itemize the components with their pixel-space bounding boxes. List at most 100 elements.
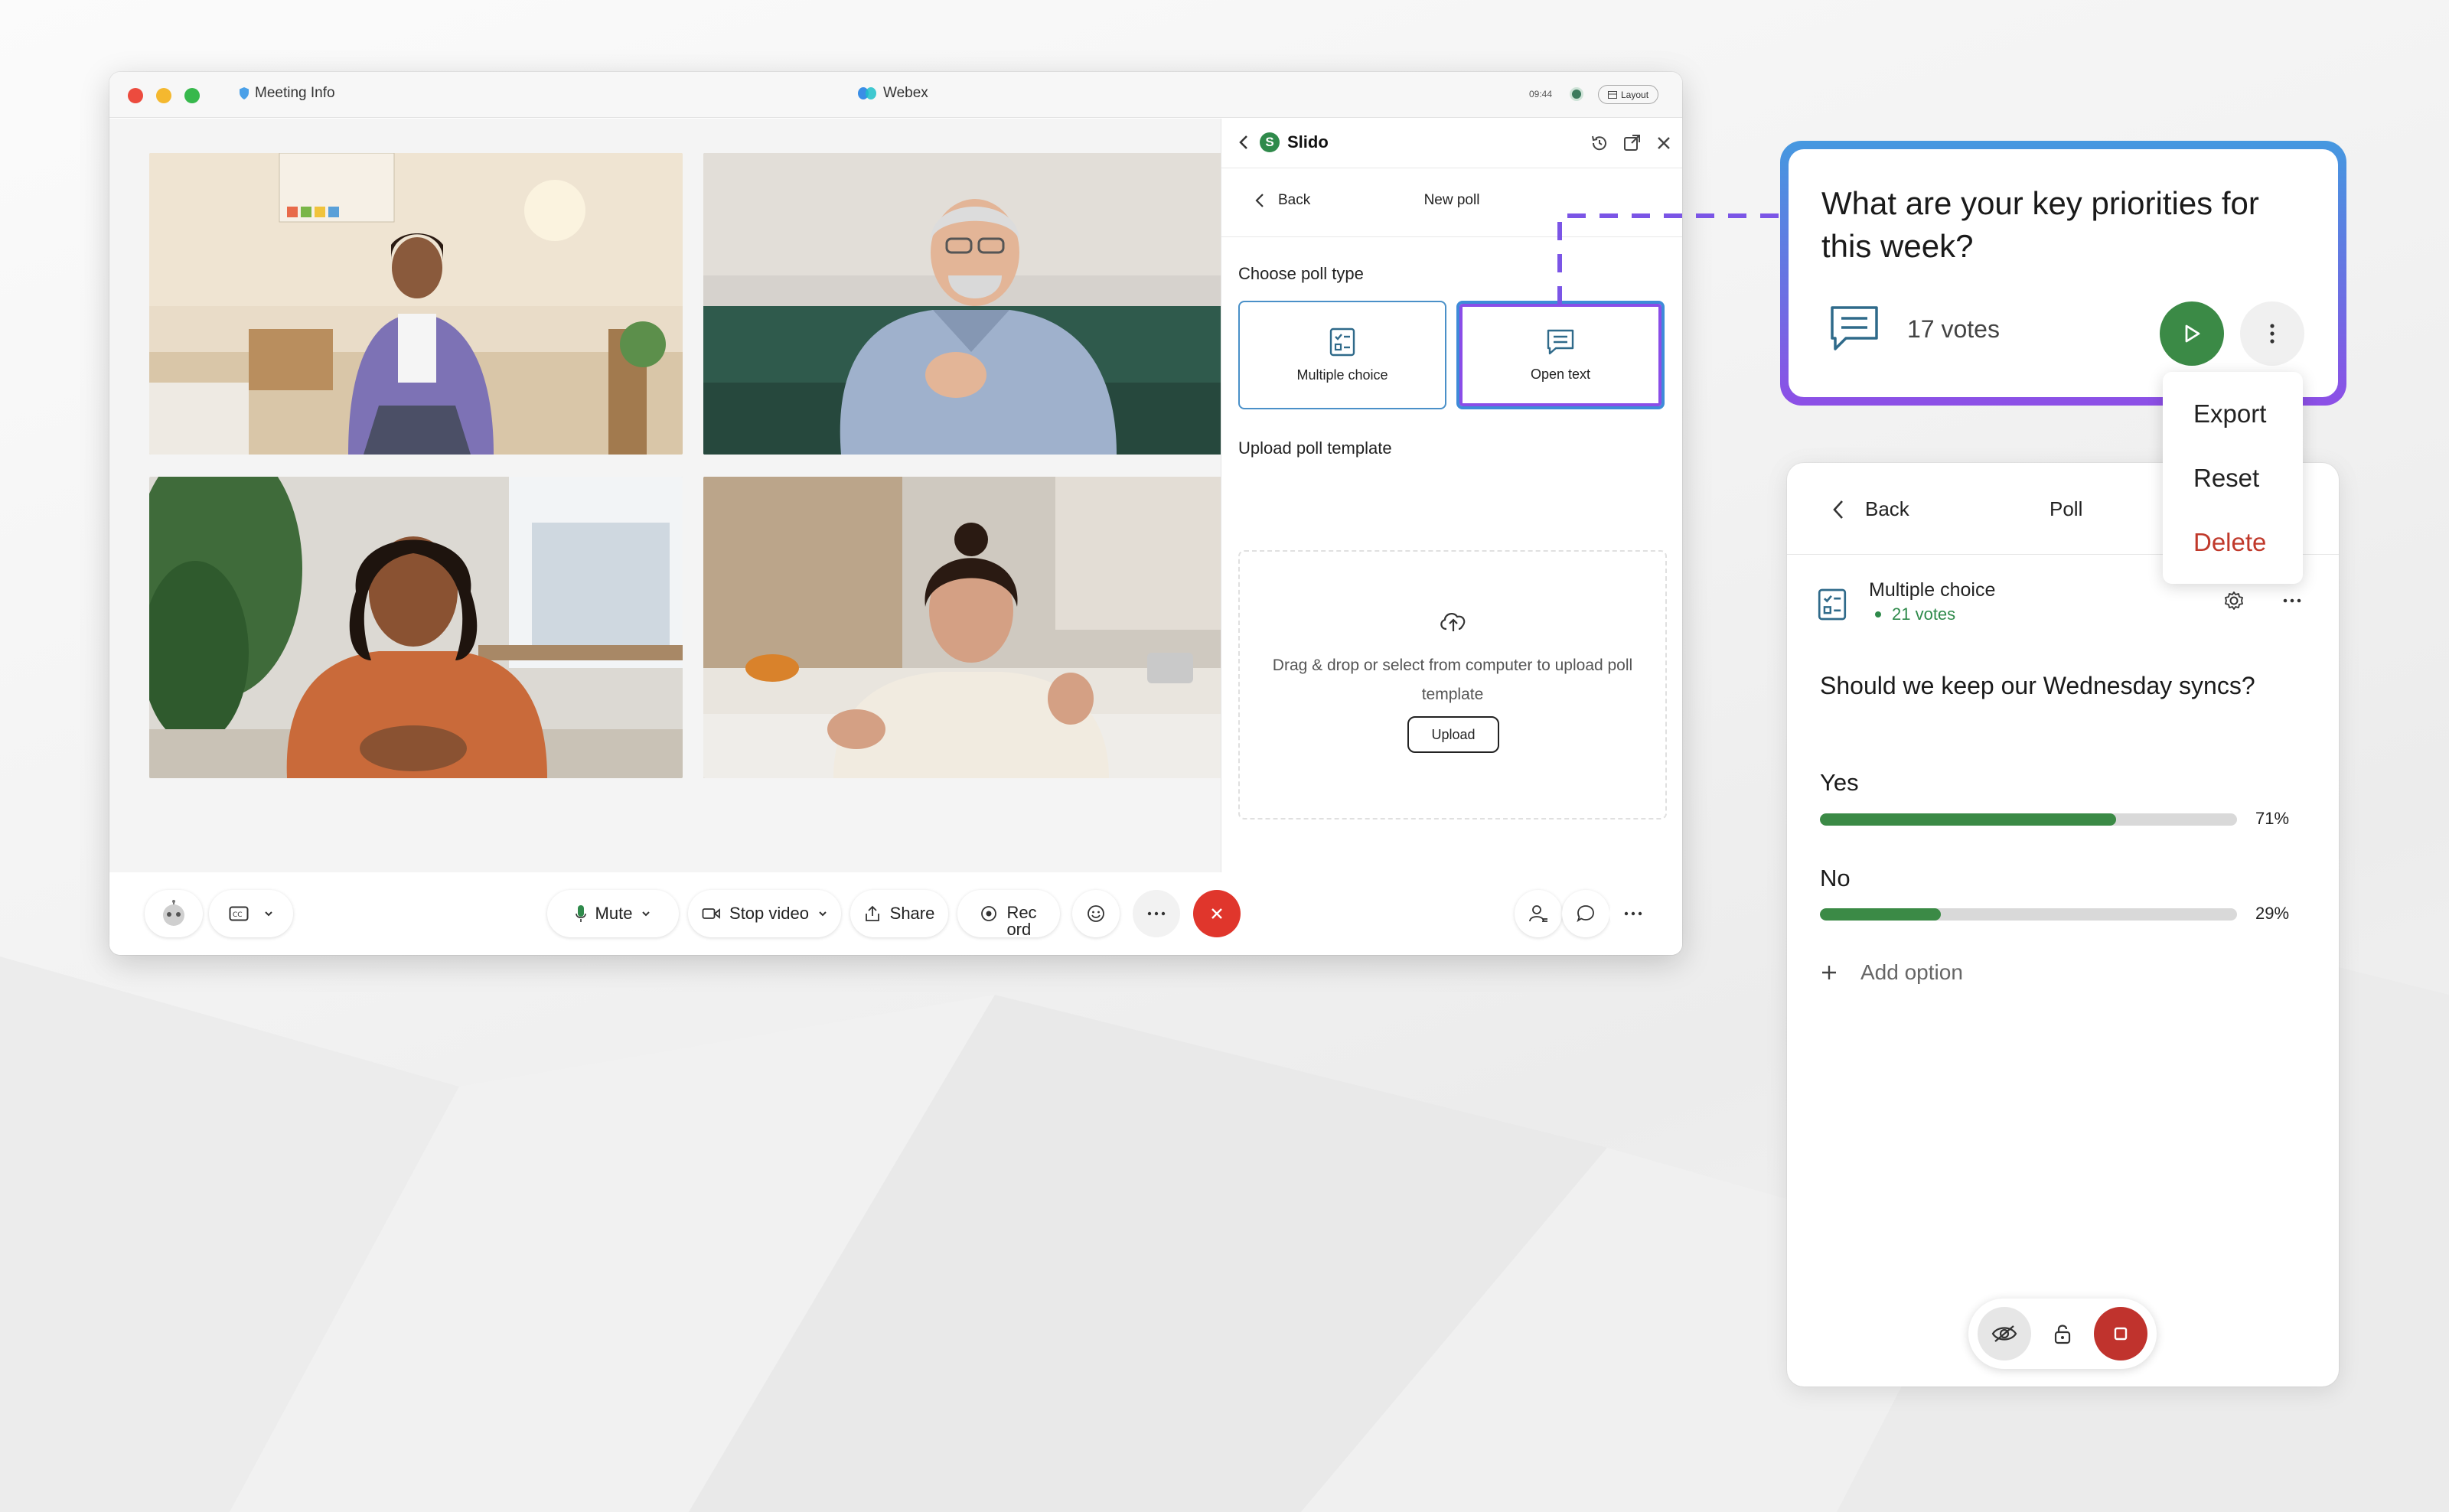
popout-icon[interactable] — [1621, 132, 1642, 154]
more-options-button[interactable] — [2240, 301, 2304, 366]
stop-icon — [2114, 1327, 2128, 1341]
add-option-label: Add option — [1860, 960, 1963, 984]
choose-poll-type-label: Choose poll type — [1238, 264, 1364, 283]
poll-type-multiple-choice[interactable]: Multiple choice — [1238, 301, 1446, 409]
cloud-upload-icon — [1440, 612, 1466, 631]
upload-poll-template-label: Upload poll template — [1238, 438, 1392, 458]
app-title-label: Webex — [883, 85, 928, 101]
ai-assistant-button[interactable] — [145, 890, 203, 937]
poll-type-open-text[interactable]: Open text — [1456, 301, 1665, 409]
poll-title: Poll — [2050, 497, 2083, 520]
mute-label: Mute — [595, 904, 633, 923]
chat-button[interactable] — [1562, 890, 1609, 937]
app-title: Webex — [857, 85, 928, 102]
layout-button[interactable]: Layout — [1598, 85, 1659, 104]
upload-dropzone[interactable]: Drag & drop or select from computer to u… — [1238, 550, 1667, 820]
participant-video-tile[interactable] — [149, 477, 683, 778]
reactions-button[interactable] — [1072, 890, 1120, 937]
question-text: What are your key priorities for this we… — [1821, 185, 2259, 264]
menu-item-export[interactable]: Export — [2193, 399, 2266, 429]
refresh-icon[interactable] — [1589, 132, 1610, 154]
upload-instructions: Drag & drop or select from computer to u… — [1272, 657, 1633, 703]
end-call-button[interactable] — [1193, 890, 1241, 937]
chat-lines-icon — [1547, 329, 1574, 354]
upload-button[interactable]: Upload — [1407, 716, 1499, 753]
close-icon — [1211, 908, 1222, 919]
gear-icon[interactable] — [2223, 590, 2245, 611]
captions-button[interactable]: CC — [209, 890, 293, 937]
chevron-left-icon — [1255, 194, 1264, 207]
record-icon — [981, 906, 997, 921]
share-icon — [865, 905, 879, 921]
poll-option-label: Yes — [1820, 769, 1859, 796]
poll-option-label: No — [1820, 865, 1851, 891]
menu-item-reset[interactable]: Reset — [2193, 464, 2259, 493]
meeting-info-button[interactable]: Meeting Info — [238, 85, 335, 102]
share-button[interactable]: Share — [850, 890, 948, 937]
plus-icon — [1822, 966, 1836, 979]
chevron-left-icon — [1833, 500, 1843, 519]
closed-captions-icon: CC — [229, 906, 249, 921]
stop-poll-button[interactable] — [2094, 1307, 2147, 1360]
record-button[interactable]: Rec ord — [957, 890, 1060, 937]
more-vertical-icon — [2270, 324, 2275, 344]
back-label: Back — [1865, 497, 1909, 520]
participants-button[interactable] — [1515, 890, 1562, 937]
slido-title: Slido — [1287, 132, 1329, 152]
more-horizontal-icon[interactable] — [2283, 590, 2301, 611]
status-indicator — [1570, 87, 1583, 101]
participant-video-tile[interactable] — [703, 477, 1237, 778]
more-options-button[interactable] — [1133, 890, 1180, 937]
menu-item-delete[interactable]: Delete — [2193, 528, 2266, 557]
maximize-window-button[interactable] — [184, 88, 200, 103]
close-window-button[interactable] — [128, 88, 143, 103]
back-button[interactable]: Back — [1255, 192, 1310, 209]
add-option-button[interactable]: Add option — [1821, 960, 1963, 985]
microphone-icon — [575, 905, 586, 922]
poll-type-label: Open text — [1530, 366, 1591, 382]
svg-text:CC: CC — [233, 911, 243, 919]
chat-bubble-icon — [1577, 905, 1594, 923]
more-options-button[interactable] — [1609, 890, 1657, 937]
mute-button[interactable]: Mute — [547, 890, 679, 937]
vote-count: 17 votes — [1907, 315, 2000, 343]
video-stage — [109, 119, 1237, 872]
clock: 09:44 — [1529, 89, 1553, 99]
chevron-down-icon — [642, 911, 651, 917]
close-icon[interactable] — [1653, 132, 1675, 154]
participant-video-tile[interactable] — [149, 153, 683, 455]
meeting-info-label: Meeting Info — [255, 85, 335, 101]
poll-votes-label: 21 votes — [1892, 604, 1956, 624]
checklist-icon — [1329, 327, 1355, 356]
poll-option-percent: 71% — [2255, 809, 2290, 828]
record-label: Rec ord — [1006, 903, 1037, 938]
back-button[interactable]: Back — [1833, 497, 1909, 521]
video-camera-icon — [702, 908, 720, 919]
participant-video-tile[interactable] — [703, 153, 1237, 455]
title-bar: Meeting Info Webex 09:44 Layout — [109, 72, 1682, 118]
stop-video-button[interactable]: Stop video — [688, 890, 841, 937]
poll-vote-count: 21 votes — [1875, 604, 1955, 624]
poll-option-bar-fill — [1820, 908, 1942, 921]
slido-logo-icon: S — [1260, 132, 1280, 152]
poll-option-bar-fill — [1820, 813, 2116, 826]
live-dot — [1875, 611, 1881, 618]
share-label: Share — [889, 904, 935, 923]
minimize-window-button[interactable] — [156, 88, 171, 103]
poll-option-percent: 29% — [2255, 904, 2290, 923]
poll-type-label: Multiple choice — [1869, 579, 1996, 601]
chevron-down-icon — [819, 911, 827, 917]
more-horizontal-icon — [1624, 911, 1642, 916]
poll-toolbar — [1968, 1299, 2157, 1369]
chat-lines-icon — [1831, 306, 1878, 350]
poll-type-label: Multiple choice — [1296, 367, 1388, 383]
hide-results-button[interactable] — [1978, 1307, 2031, 1360]
lock-poll-button[interactable] — [2036, 1307, 2089, 1360]
meeting-controls: CC Mute Stop video Share Rec ord — [109, 872, 1682, 955]
poll-option-bar — [1820, 813, 2237, 826]
chevron-left-icon[interactable] — [1238, 134, 1249, 151]
start-poll-button[interactable] — [2160, 301, 2224, 366]
unlock-icon — [2054, 1325, 2071, 1344]
participants-icon — [1529, 905, 1547, 922]
eye-off-icon — [1991, 1325, 2017, 1342]
